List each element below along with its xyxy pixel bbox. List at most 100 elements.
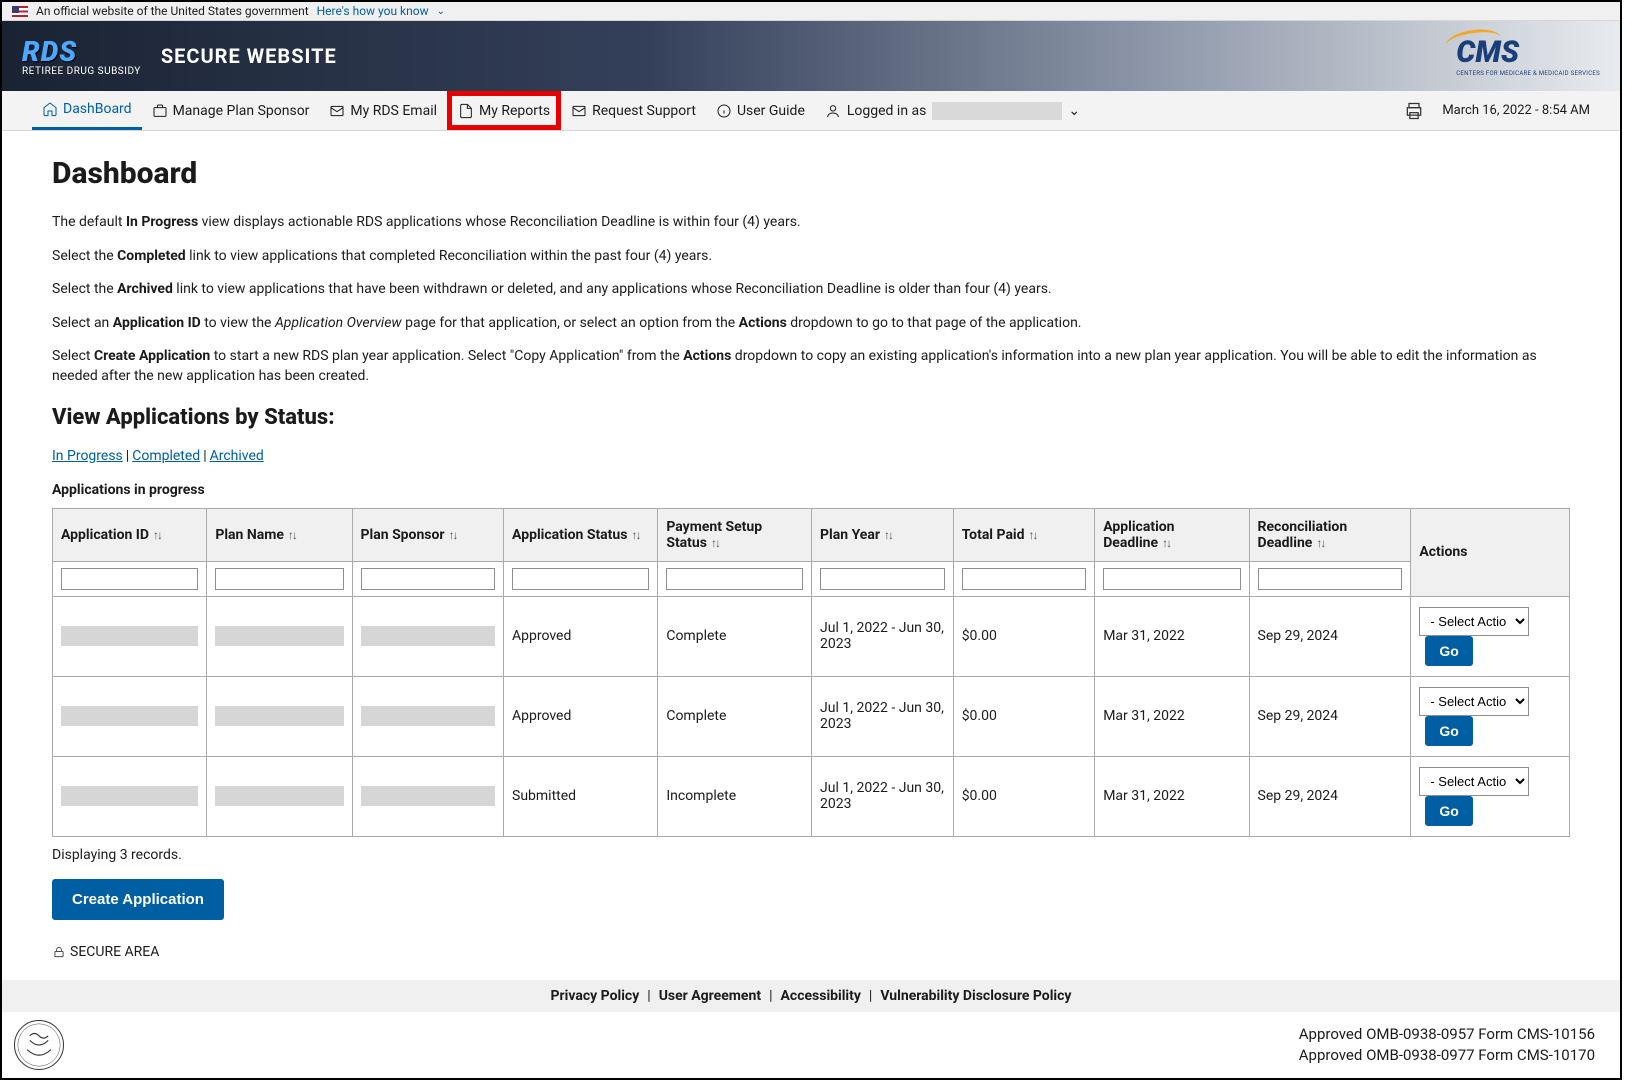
header-title: SECURE WEBSITE	[161, 44, 337, 68]
gov-banner-link[interactable]: Here's how you know	[317, 4, 429, 18]
th-rec-deadline[interactable]: Reconciliation Deadline↑↓	[1249, 508, 1411, 561]
cell-pay-status: Complete	[658, 596, 812, 676]
navbar: DashBoard Manage Plan Sponsor My RDS Ema…	[2, 91, 1620, 131]
mail-icon	[329, 103, 345, 119]
cell-app-status: Submitted	[504, 756, 658, 836]
sort-icon: ↑↓	[449, 528, 457, 542]
table-row: ApprovedCompleteJul 1, 2022 - Jun 30, 20…	[53, 676, 1570, 756]
sort-icon: ↑↓	[884, 528, 892, 542]
filter-total-paid[interactable]	[962, 568, 1087, 590]
filter-plan-sponsor[interactable]	[361, 568, 496, 590]
cell-total-paid: $0.00	[953, 676, 1095, 756]
hhs-seal-icon	[14, 1020, 64, 1070]
filter-plan-year[interactable]	[820, 568, 945, 590]
th-app-deadline[interactable]: Application Deadline↑↓	[1095, 508, 1249, 561]
applications-table: Application ID↑↓ Plan Name↑↓ Plan Sponso…	[52, 508, 1570, 837]
nav-manage-plan-sponsor[interactable]: Manage Plan Sponsor	[142, 91, 320, 130]
record-count: Displaying 3 records.	[52, 847, 1570, 863]
actions-select[interactable]: - Select Action -	[1419, 767, 1529, 796]
link-privacy[interactable]: Privacy Policy	[551, 988, 640, 1004]
cell-app-deadline: Mar 31, 2022	[1095, 596, 1249, 676]
nav-my-rds-email[interactable]: My RDS Email	[319, 91, 447, 130]
create-application-button[interactable]: Create Application	[52, 879, 224, 920]
cell-rec-deadline: Sep 29, 2024	[1249, 596, 1411, 676]
chevron-down-icon: ⌄	[1068, 103, 1080, 119]
info-icon	[716, 103, 732, 119]
status-tabs: In Progress|Completed|Archived	[52, 448, 1570, 464]
filter-app-deadline[interactable]	[1103, 568, 1240, 590]
cell-pay-status: Incomplete	[658, 756, 812, 836]
actions-select[interactable]: - Select Action -	[1419, 687, 1529, 716]
sort-icon: ↑↓	[1316, 536, 1324, 550]
file-icon	[458, 103, 474, 119]
th-pay-status[interactable]: Payment Setup Status↑↓	[658, 508, 812, 561]
tab-in-progress[interactable]: In Progress	[52, 448, 123, 464]
th-app-status[interactable]: Application Status↑↓	[504, 508, 658, 561]
filter-app-status[interactable]	[512, 568, 649, 590]
intro-p4: Select an Application ID to view the App…	[52, 314, 1570, 334]
go-button[interactable]: Go	[1425, 796, 1472, 826]
filter-pay-status[interactable]	[666, 568, 803, 590]
cell-plan-year: Jul 1, 2022 - Jun 30, 2023	[812, 596, 954, 676]
omb-line-2: Approved OMB-0938-0977 Form CMS-10170	[1299, 1045, 1595, 1066]
th-plan-year[interactable]: Plan Year↑↓	[812, 508, 954, 561]
gov-banner: An official website of the United States…	[2, 2, 1620, 21]
link-vuln[interactable]: Vulnerability Disclosure Policy	[880, 988, 1071, 1004]
cell-plan-year: Jul 1, 2022 - Jun 30, 2023	[812, 756, 954, 836]
th-plan-sponsor[interactable]: Plan Sponsor↑↓	[352, 508, 504, 561]
cell-actions: - Select Action -Go	[1411, 676, 1570, 756]
cell-rec-deadline: Sep 29, 2024	[1249, 756, 1411, 836]
home-icon	[42, 101, 58, 117]
th-app-id[interactable]: Application ID↑↓	[53, 508, 207, 561]
actions-select[interactable]: - Select Action -	[1419, 607, 1529, 636]
cell-plan-sponsor-redacted	[361, 706, 496, 726]
th-plan-name[interactable]: Plan Name↑↓	[207, 508, 352, 561]
filter-app-id[interactable]	[61, 568, 198, 590]
sort-icon: ↑↓	[631, 528, 639, 542]
intro-p3: Select the Archived link to view applica…	[52, 280, 1570, 300]
gov-banner-text: An official website of the United States…	[36, 4, 309, 18]
link-accessibility[interactable]: Accessibility	[781, 988, 861, 1004]
filter-plan-name[interactable]	[215, 568, 343, 590]
cms-logo: CMS	[1456, 35, 1600, 70]
cms-logo-sub: CENTERS FOR MEDICARE & MEDICAID SERVICES	[1456, 70, 1600, 77]
cell-app-id-redacted	[61, 706, 198, 726]
sort-icon: ↑↓	[1162, 536, 1170, 550]
link-agreement[interactable]: User Agreement	[659, 988, 761, 1004]
nav-my-reports[interactable]: My Reports	[447, 91, 561, 130]
lock-icon	[52, 945, 66, 959]
cell-app-deadline: Mar 31, 2022	[1095, 756, 1249, 836]
tab-archived[interactable]: Archived	[210, 448, 264, 464]
nav-datetime: March 16, 2022 - 8:54 AM	[1442, 103, 1590, 118]
go-button[interactable]: Go	[1425, 636, 1472, 666]
th-total-paid[interactable]: Total Paid↑↓	[953, 508, 1095, 561]
footer-bottom: Approved OMB-0938-0957 Form CMS-10156 Ap…	[2, 1012, 1620, 1078]
cell-app-id-redacted	[61, 786, 198, 806]
sort-icon: ↑↓	[153, 528, 161, 542]
filter-rec-deadline[interactable]	[1258, 568, 1403, 590]
sort-icon: ↑↓	[711, 536, 719, 550]
print-icon[interactable]	[1404, 101, 1424, 121]
sort-icon: ↑↓	[1029, 528, 1037, 542]
nav-request-support[interactable]: Request Support	[561, 91, 706, 130]
rds-logo: RDS	[22, 35, 141, 68]
cell-app-status: Approved	[504, 596, 658, 676]
sort-icon: ↑↓	[288, 528, 296, 542]
page-title: Dashboard	[52, 156, 1570, 191]
table-title: Applications in progress	[52, 482, 1570, 498]
nav-user-guide[interactable]: User Guide	[706, 91, 815, 130]
th-actions: Actions	[1411, 508, 1570, 596]
cell-total-paid: $0.00	[953, 596, 1095, 676]
tab-completed[interactable]: Completed	[132, 448, 200, 464]
intro-p1: The default In Progress view displays ac…	[52, 213, 1570, 233]
nav-logged-in[interactable]: Logged in as ⌄	[815, 91, 1090, 130]
support-icon	[571, 103, 587, 119]
table-row: SubmittedIncompleteJul 1, 2022 - Jun 30,…	[53, 756, 1570, 836]
cell-plan-sponsor-redacted	[361, 626, 496, 646]
briefcase-icon	[152, 103, 168, 119]
nav-dashboard[interactable]: DashBoard	[32, 91, 142, 130]
cell-app-deadline: Mar 31, 2022	[1095, 676, 1249, 756]
footer-links: Privacy Policy|User Agreement|Accessibil…	[2, 980, 1620, 1012]
main-content: Dashboard The default In Progress view d…	[2, 131, 1620, 980]
go-button[interactable]: Go	[1425, 716, 1472, 746]
